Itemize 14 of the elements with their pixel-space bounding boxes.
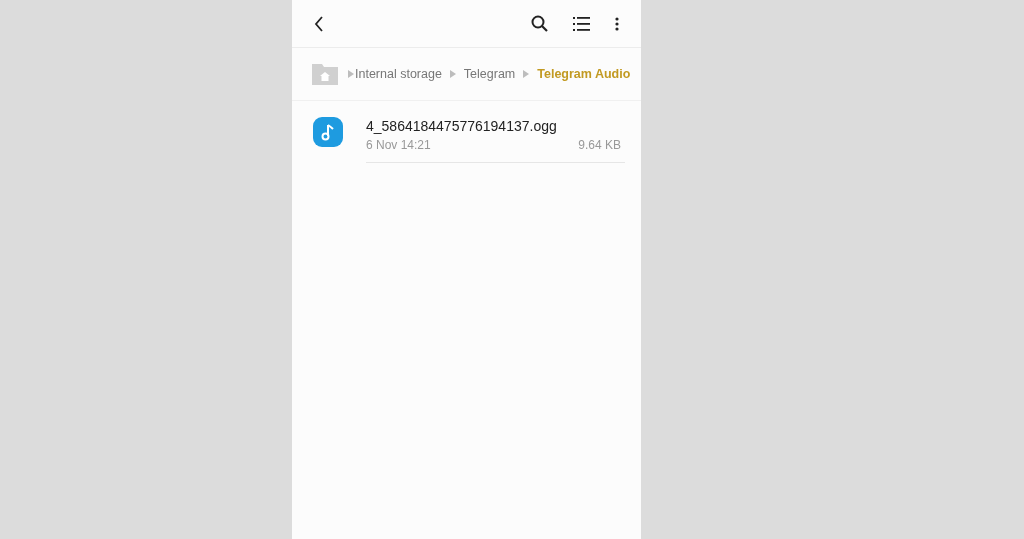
chevron-icon [348,70,354,78]
breadcrumb-item[interactable]: Telegram [463,67,516,81]
breadcrumb-item[interactable]: Internal storage [355,67,442,81]
music-note-icon [313,117,343,147]
file-date: 6 Nov 14:21 [366,138,431,152]
chevron-icon [523,70,530,78]
file-size: 9.64 KB [578,138,621,152]
more-icon[interactable] [615,16,619,31]
breadcrumb-item[interactable]: Telegram Audio [537,67,631,81]
search-icon[interactable] [531,15,548,32]
list-view-icon[interactable] [573,16,590,31]
file-name: 4_5864184475776194137.ogg [366,118,558,134]
back-icon[interactable] [314,15,324,32]
chevron-icon [449,70,456,78]
